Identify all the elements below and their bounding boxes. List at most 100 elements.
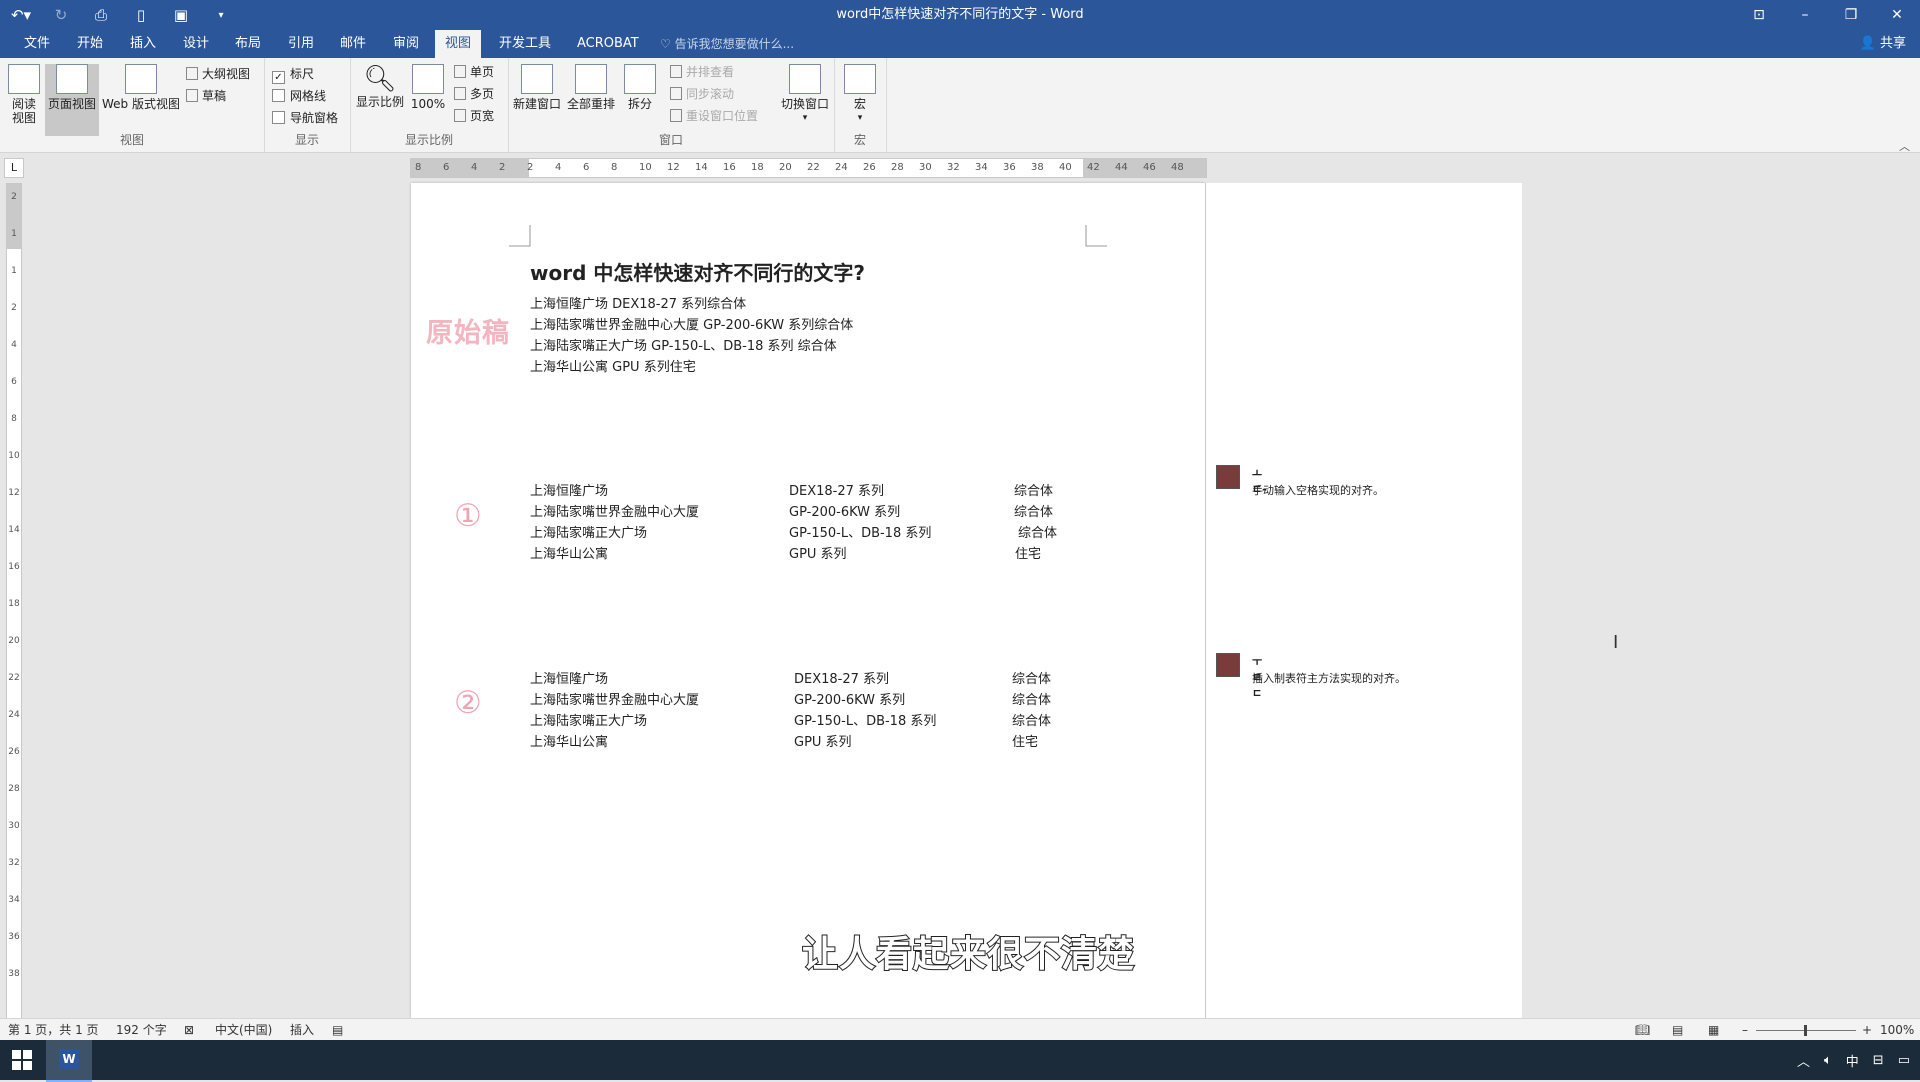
- web-layout-button[interactable]: Web 版式视图: [100, 64, 182, 111]
- word-count[interactable]: 192 个字: [116, 1019, 167, 1041]
- gridlines-checkbox[interactable]: 网格线: [272, 86, 326, 106]
- ruler-number: 2: [11, 192, 17, 202]
- ruler-number: 20: [779, 162, 792, 173]
- ruler-number: 32: [8, 858, 20, 868]
- table1-cell: 综合体: [1014, 484, 1054, 499]
- chevron-up-icon[interactable]: ︿: [1797, 1051, 1810, 1070]
- comment-text: 手动输入空格实现的对齐。: [1252, 484, 1384, 497]
- web-layout-icon[interactable]: ▦: [1708, 1019, 1719, 1041]
- ribbon-display-icon[interactable]: ⊡: [1736, 0, 1782, 30]
- tab-file[interactable]: 文件: [14, 30, 60, 58]
- vertical-ruler[interactable]: 2 1 1 2 4 6 8 10 12 14 16 18 20 22 24 26 28 30 32 34 36 38: [6, 183, 22, 1020]
- proofing-icon[interactable]: ⊠: [184, 1019, 194, 1041]
- tab-view[interactable]: 视图: [435, 30, 482, 58]
- read-mode-button[interactable]: 阅读 视图: [6, 64, 42, 125]
- minimize-button[interactable]: –: [1782, 0, 1828, 30]
- multiple-pages-button[interactable]: 多页: [454, 84, 494, 104]
- sync-scroll-button[interactable]: 同步滚动: [670, 84, 734, 104]
- tab-acrobat[interactable]: ACROBAT: [567, 30, 649, 58]
- ruler-number: 18: [751, 162, 764, 173]
- volume-icon[interactable]: 🔈︎: [1824, 1053, 1832, 1068]
- horizontal-ruler[interactable]: 8 6 4 2 2 4 6 8 10 12 14 16 18 20 22 24 26 28 30 32 34 36 38 40…: [410, 158, 1207, 178]
- title-bar: ↶▾ ↻ ⎙ ▯ ▣ ▾ word中怎样快速对齐不同行的文字 - Word ⊡ …: [0, 0, 1920, 30]
- page-width-button[interactable]: 页宽: [454, 106, 494, 126]
- split-icon: [624, 64, 656, 94]
- close-button[interactable]: ✕: [1874, 0, 1920, 30]
- window-title: word中怎样快速对齐不同行的文字 - Word: [836, 7, 1084, 22]
- tab-design[interactable]: 设计: [173, 30, 219, 58]
- zoom-in-button[interactable]: +: [1862, 1019, 1872, 1041]
- notifications-icon[interactable]: ▭: [1898, 1053, 1910, 1068]
- arrange-all-button[interactable]: 全部重排: [564, 64, 618, 111]
- ruler-number: 24: [8, 710, 20, 720]
- print-layout-button[interactable]: 页面视图: [45, 64, 99, 136]
- table1-cell: 上海华山公寓: [530, 547, 609, 562]
- ruler-number: 8: [611, 162, 618, 173]
- tab-references[interactable]: 引用: [278, 30, 324, 58]
- ruler-checkbox[interactable]: ✓ 标尺: [272, 64, 314, 84]
- taskbar-word-app[interactable]: W: [46, 1040, 92, 1082]
- tab-layout[interactable]: 布局: [225, 30, 271, 58]
- marker-one: ①: [454, 498, 482, 534]
- tab-selector[interactable]: L: [4, 158, 24, 178]
- tab-mailings[interactable]: 邮件: [330, 30, 376, 58]
- side-by-side-button[interactable]: 并排查看: [670, 62, 734, 82]
- ruler-number: 34: [975, 162, 988, 173]
- reset-window-button[interactable]: 重设窗口位置: [670, 106, 758, 126]
- new-window-button[interactable]: 新建窗口: [510, 64, 564, 111]
- language[interactable]: 中文(中国): [215, 1019, 272, 1041]
- tab-developer[interactable]: 开发工具: [489, 30, 561, 58]
- table1-cell: 上海陆家嘴正大广场: [530, 526, 648, 541]
- tab-insert[interactable]: 插入: [120, 30, 166, 58]
- table2-cell: 住宅: [1012, 735, 1039, 750]
- ruler-number: 36: [1003, 162, 1016, 173]
- zoom-group: 🔍︎ 显示比例 100% 单页 多页 页宽 显示比例: [350, 58, 509, 152]
- ruler-number: 6: [443, 162, 450, 173]
- video-subtitle: 让人看起来很不清楚: [801, 933, 1136, 976]
- macros-button[interactable]: 宏 ▾: [842, 64, 878, 125]
- table1-cell: GPU 系列: [789, 547, 847, 562]
- ruler-number: 30: [8, 821, 20, 831]
- print-layout-icon[interactable]: ▤: [1672, 1019, 1683, 1041]
- tab-review[interactable]: 审阅: [383, 30, 429, 58]
- table1-cell: 上海陆家嘴世界金融中心大厦: [530, 505, 700, 520]
- page-count[interactable]: 第 1 页，共 1 页: [8, 1019, 99, 1041]
- outline-button[interactable]: 大纲视图: [186, 64, 250, 84]
- original-line: 上海华山公寓 GPU 系列住宅: [530, 360, 696, 375]
- table2-cell: DEX18-27 系列: [794, 672, 890, 687]
- ruler-number: 1: [11, 266, 17, 276]
- zoom-slider-thumb[interactable]: [1804, 1025, 1807, 1036]
- split-button[interactable]: 拆分: [620, 64, 660, 111]
- zoom-out-button[interactable]: –: [1742, 1019, 1748, 1041]
- lightbulb-icon: ♡: [660, 37, 675, 51]
- draft-icon: [186, 89, 198, 102]
- zoom-button[interactable]: 🔍︎ 显示比例: [354, 64, 406, 109]
- ime-indicator[interactable]: 中: [1846, 1051, 1859, 1070]
- document-page[interactable]: word 中怎样快速对齐不同行的文字? 原始稿 上海恒隆广场 DEX18-27 …: [411, 183, 1205, 1018]
- show-group: ✓ 标尺 网格线 导航窗格 显示: [264, 58, 351, 152]
- page-icon: [56, 64, 88, 94]
- zoom-slider[interactable]: [1756, 1019, 1856, 1041]
- collapse-ribbon-icon[interactable]: ︿: [1899, 138, 1910, 154]
- restore-button[interactable]: ❐: [1828, 0, 1874, 30]
- switch-window-button[interactable]: 切换窗口 ▾: [778, 64, 832, 125]
- table1-cell: 综合体: [1018, 526, 1058, 541]
- zoom-group-label: 显示比例: [404, 133, 453, 147]
- draft-button[interactable]: 草稿: [186, 86, 226, 106]
- share-button[interactable]: 👤 共享: [1860, 30, 1906, 58]
- ribbon-tabs: 文件 开始 插入 设计 布局 引用 邮件 审阅 视图 开发工具 ACROBAT …: [0, 30, 1920, 58]
- keyboard-icon[interactable]: ⊟: [1873, 1053, 1884, 1068]
- one-page-button[interactable]: 单页: [454, 62, 494, 82]
- magnifier-icon: 🔍︎: [363, 64, 397, 94]
- ruler-number: 2: [11, 303, 17, 313]
- macro-record-icon[interactable]: ▤: [332, 1019, 343, 1041]
- tab-home[interactable]: 开始: [67, 30, 113, 58]
- read-mode-icon[interactable]: 📖︎: [1635, 1019, 1650, 1041]
- navigation-pane-checkbox[interactable]: 导航窗格: [272, 108, 338, 128]
- tell-me-box[interactable]: ♡ 告诉我您想要做什么...: [660, 30, 794, 58]
- zoom-level[interactable]: 100%: [1880, 1019, 1914, 1041]
- table2-cell: 综合体: [1012, 714, 1052, 729]
- windows-start-icon[interactable]: [12, 1050, 32, 1070]
- insert-mode[interactable]: 插入: [290, 1019, 314, 1041]
- zoom-100-button[interactable]: 100%: [408, 64, 448, 111]
